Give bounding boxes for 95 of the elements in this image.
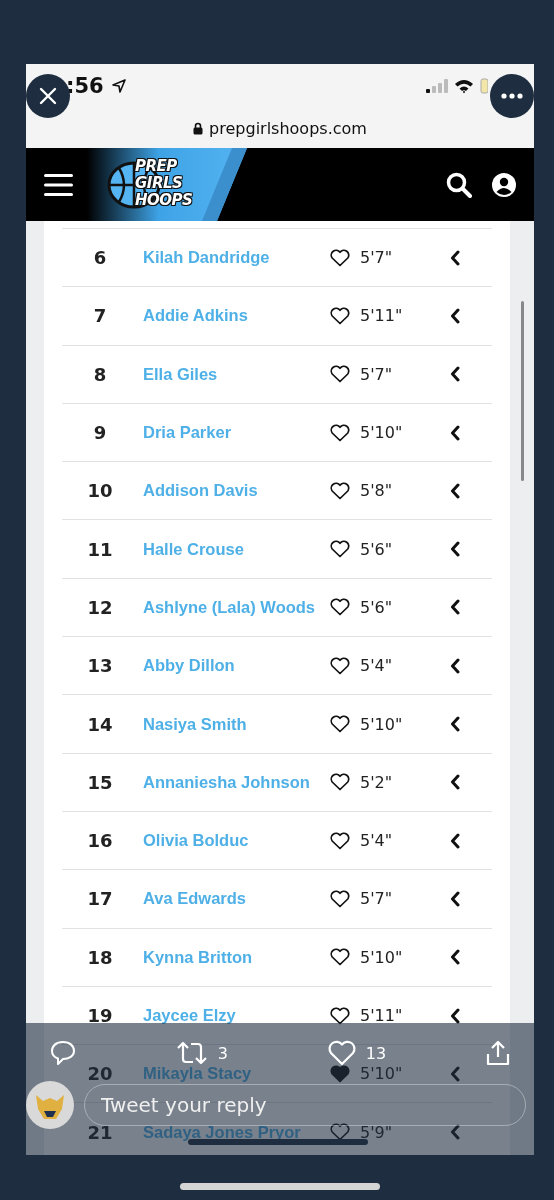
height-text: 5'7" — [360, 889, 394, 909]
chevron-left-icon[interactable] — [450, 832, 460, 849]
heart-icon[interactable] — [330, 831, 350, 850]
url-text[interactable]: prepgirlshoops.com — [209, 118, 367, 138]
reply-bubble-icon[interactable] — [50, 1040, 76, 1066]
player-name-link[interactable]: Mikayla Stacy — [143, 1064, 325, 1084]
height-text: 5'10" — [360, 1064, 404, 1084]
status-time: :56 — [66, 74, 104, 98]
rank-number: 17 — [86, 888, 114, 910]
chevron-left-icon[interactable] — [450, 716, 460, 732]
rank-number: 9 — [92, 422, 108, 444]
player-name-link[interactable]: Ava Edwards — [143, 889, 325, 909]
chevron-left-icon[interactable] — [450, 249, 460, 266]
heart-icon[interactable] — [330, 306, 350, 325]
heart-icon[interactable] — [330, 598, 350, 617]
like-count: 13 — [365, 1043, 387, 1063]
rank-number: 16 — [86, 830, 114, 852]
heart-icon[interactable] — [330, 365, 350, 384]
height-text: 5'10" — [360, 947, 404, 967]
player-name-link[interactable]: Ashlyne (Lala) Woods — [143, 597, 325, 617]
like-heart-icon[interactable] — [327, 1040, 356, 1066]
height-text: 5'6" — [360, 539, 394, 559]
height-text: 5'11" — [360, 1006, 404, 1025]
heart-icon[interactable] — [330, 773, 350, 792]
chevron-left-icon[interactable] — [450, 1007, 460, 1024]
more-button[interactable] — [490, 74, 534, 118]
player-name-link[interactable]: Halle Crouse — [143, 539, 325, 559]
rank-number: 20 — [86, 1063, 114, 1085]
chevron-left-icon[interactable] — [450, 366, 460, 383]
rank-number: 14 — [86, 713, 114, 735]
height-text: 5'10" — [360, 714, 404, 734]
chevron-left-icon[interactable] — [450, 424, 460, 441]
signal-icon — [426, 79, 448, 93]
chevron-left-icon[interactable] — [450, 1124, 460, 1141]
height-text: 5'2" — [360, 772, 394, 792]
player-name-link[interactable]: Kilah Dandridge — [143, 248, 325, 268]
lock-icon — [193, 121, 204, 135]
heart-icon[interactable] — [330, 481, 350, 500]
player-name-link[interactable]: Addison Davis — [143, 481, 325, 501]
height-text: 5'8" — [360, 481, 394, 501]
heart-icon[interactable] — [330, 423, 350, 442]
chevron-left-icon[interactable] — [450, 949, 460, 966]
search-icon[interactable] — [446, 171, 472, 198]
chevron-left-icon[interactable] — [450, 774, 460, 791]
rank-number: 15 — [86, 771, 114, 793]
height-text: 5'7" — [360, 248, 394, 268]
rank-number: 18 — [86, 946, 114, 968]
chevron-left-icon[interactable] — [450, 482, 460, 499]
chevron-left-icon[interactable] — [450, 657, 460, 674]
menu-icon[interactable] — [44, 172, 73, 197]
rank-number: 10 — [86, 480, 114, 502]
player-name-link[interactable]: Ella Giles — [143, 364, 325, 384]
chevron-left-icon[interactable] — [450, 541, 460, 558]
player-name-link[interactable]: Dria Parker — [143, 423, 325, 443]
height-text: 5'6" — [360, 597, 394, 617]
height-text: 5'10" — [360, 423, 404, 443]
player-name-link[interactable]: Annaniesha Johnson — [143, 772, 325, 792]
rank-number: 7 — [92, 305, 108, 327]
heart-icon[interactable] — [330, 715, 350, 733]
chevron-left-icon[interactable] — [450, 890, 460, 907]
retweet-count: 3 — [217, 1043, 228, 1063]
chevron-left-icon[interactable] — [450, 599, 460, 616]
height-text: 5'7" — [360, 364, 394, 384]
player-name-link[interactable]: Kynna Britton — [143, 947, 325, 967]
heart-icon[interactable] — [330, 889, 350, 908]
heart-icon[interactable] — [330, 948, 350, 967]
location-arrow-icon — [111, 79, 126, 93]
heart-icon[interactable] — [330, 248, 350, 267]
rank-number: 12 — [86, 596, 114, 618]
rank-number: 19 — [86, 1005, 114, 1026]
heart-icon[interactable] — [330, 656, 350, 675]
battery-icon — [480, 78, 488, 94]
height-text: 5'4" — [360, 831, 394, 851]
more-icon — [501, 93, 523, 99]
close-icon — [39, 87, 57, 105]
share-icon[interactable] — [486, 1040, 510, 1066]
player-name-link[interactable]: Addie Adkins — [143, 306, 325, 326]
height-text: 5'4" — [360, 656, 394, 676]
retweet-icon[interactable] — [175, 1040, 208, 1066]
heart-icon[interactable] — [330, 540, 350, 559]
player-name-link[interactable]: Jaycee Elzy — [143, 1006, 325, 1025]
height-text: 5'11" — [360, 306, 404, 326]
player-name-link[interactable]: Abby Dillon — [143, 656, 325, 676]
player-name-link[interactable]: Olivia Bolduc — [143, 831, 325, 851]
account-icon[interactable] — [492, 172, 516, 197]
chevron-left-icon[interactable] — [450, 307, 460, 324]
heart-icon[interactable] — [330, 1006, 350, 1025]
scrollbar[interactable] — [521, 301, 524, 481]
rank-number: 13 — [86, 655, 114, 677]
rank-number: 11 — [86, 538, 114, 560]
close-button[interactable] — [26, 74, 70, 118]
rank-number: 8 — [92, 363, 108, 385]
player-name-link[interactable]: Nasiya Smith — [143, 714, 325, 734]
rank-number: 6 — [92, 247, 108, 269]
wifi-icon — [454, 79, 474, 93]
